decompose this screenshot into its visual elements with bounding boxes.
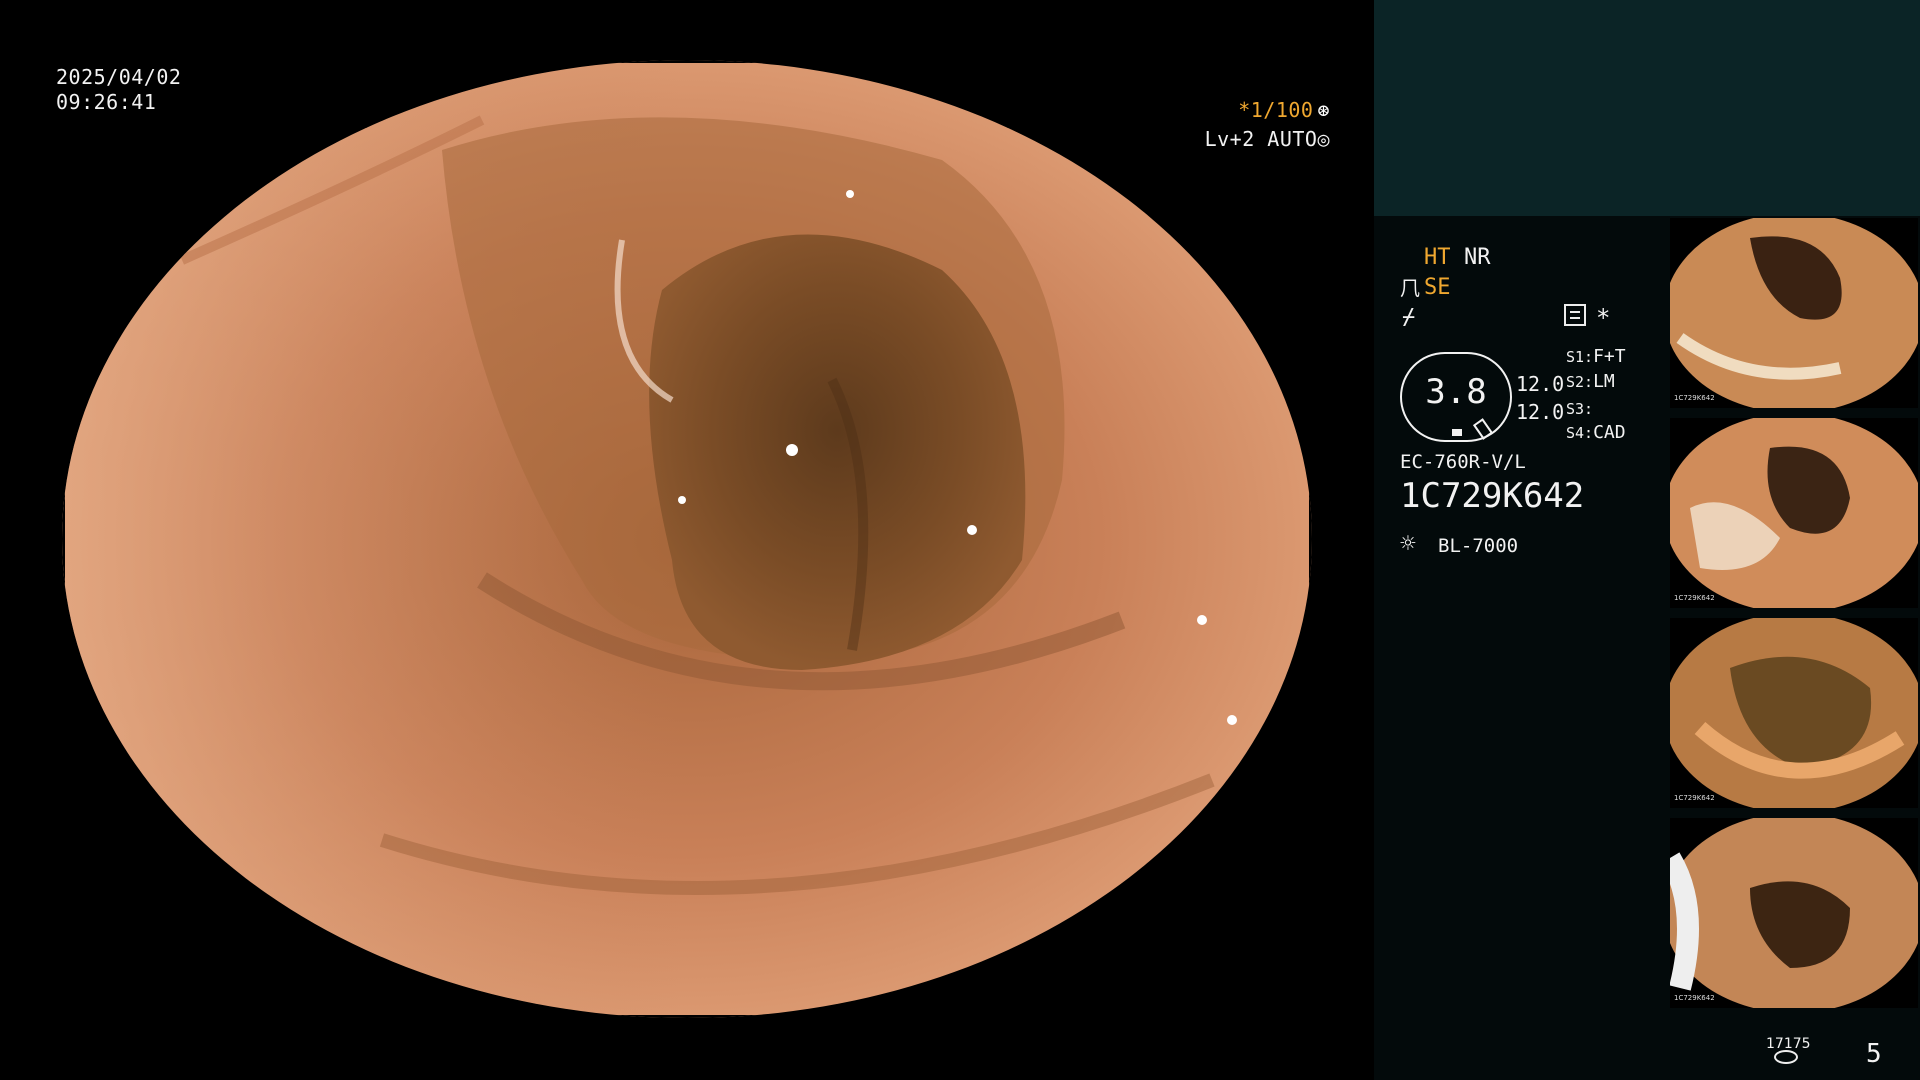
shutter-speed-value: *1/100	[1238, 98, 1314, 122]
capture-thumbnail-2[interactable]: 1C729K642	[1670, 418, 1918, 608]
capture-thumbnail-3[interactable]: 1C729K642	[1670, 618, 1918, 808]
switch-slot-1: S1:F+T	[1566, 346, 1626, 367]
info-panel: HT NR ⺇ SE ⌿ * 3.8 12.0 12.0 S1:F+T S2:L…	[1374, 0, 1920, 1080]
star-icon: *	[1596, 304, 1611, 332]
brightness-level-value: Lv+2 AUTO	[1204, 127, 1318, 151]
thumbnail-caption: 1C729K642	[1674, 594, 1715, 602]
exam-date: 2025/04/02	[56, 65, 182, 89]
slot-key: S2:	[1566, 373, 1594, 391]
patient-info-area	[1374, 0, 1920, 216]
iris-icon: ◎	[1317, 127, 1330, 151]
structure-enhance-icon: ⺇	[1400, 276, 1420, 300]
zoom-dial: 3.8	[1400, 352, 1512, 442]
exam-time: 09:26:41	[56, 90, 157, 114]
setting-value-2: 12.0	[1516, 400, 1565, 424]
aperture-icon: ⊛	[1317, 98, 1330, 122]
light-source-model: BL-7000	[1438, 535, 1519, 557]
setting-value-1: 12.0	[1516, 372, 1565, 396]
zoom-value: 3.8	[1425, 372, 1487, 412]
mode-nr: NR	[1464, 245, 1491, 270]
thumbnail-caption: 1C729K642	[1674, 794, 1715, 802]
capture-thumbnail-4[interactable]: 1C729K642	[1670, 818, 1918, 1008]
switch-slot-2: S2:LM	[1566, 371, 1615, 392]
thumbnail-caption: 1C729K642	[1674, 394, 1715, 402]
mode-se: SE	[1424, 275, 1451, 300]
dial-marker-icon	[1452, 429, 1462, 436]
slot-value: LM	[1593, 371, 1615, 392]
brightness-level: Lv+2 AUTO◎	[1205, 126, 1330, 152]
thumbnail-caption: 1C729K642	[1674, 994, 1715, 1002]
slot-key: S3:	[1566, 400, 1594, 418]
pen-icon	[1472, 418, 1494, 440]
capture-thumbnail-1[interactable]: 1C729K642	[1670, 218, 1918, 408]
endoscopy-image	[62, 60, 1312, 1018]
mode-ht: HT	[1424, 245, 1451, 270]
slot-key: S4:	[1566, 424, 1594, 442]
storage-icon	[1774, 1050, 1798, 1064]
switch-slot-3: S3:	[1566, 398, 1593, 419]
settings-list-icon	[1564, 304, 1586, 326]
scope-model: EC-760R-V/L	[1400, 451, 1526, 473]
flag-icon: ⌿	[1402, 305, 1416, 330]
light-source-icon: ☼	[1400, 529, 1416, 559]
slot-value: F+T	[1593, 346, 1626, 367]
scope-serial-number: 1C729K642	[1400, 476, 1585, 516]
shutter-speed: *1/100 ⊛	[1238, 97, 1330, 123]
slot-value: CAD	[1593, 422, 1626, 443]
switch-slot-4: S4:CAD	[1566, 422, 1626, 443]
slot-key: S1:	[1566, 348, 1594, 366]
page-number: 5	[1866, 1039, 1882, 1069]
endoscope-main-view: 2025/04/02 09:26:41 *1/100 ⊛ Lv+2 AUTO◎	[0, 0, 1374, 1080]
